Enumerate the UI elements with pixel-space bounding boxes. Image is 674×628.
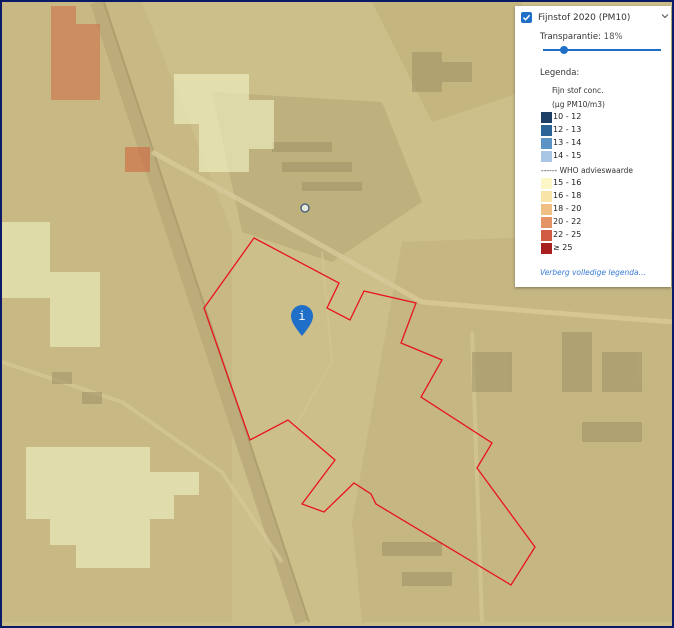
legend-label: ≥ 25 bbox=[553, 243, 573, 252]
legend-swatch bbox=[541, 191, 552, 202]
layer-checkbox[interactable] bbox=[521, 12, 532, 23]
legend-label: 16 - 18 bbox=[553, 191, 582, 200]
legend-label: 20 - 22 bbox=[553, 217, 582, 226]
legend-swatch bbox=[541, 230, 552, 241]
legend-label: 14 - 15 bbox=[553, 151, 582, 160]
slider-thumb[interactable] bbox=[560, 46, 569, 54]
layer-header: Fijnstof 2020 (PM10) bbox=[521, 12, 669, 26]
legend-label: 22 - 25 bbox=[553, 230, 582, 239]
chevron-down-icon[interactable] bbox=[661, 12, 669, 22]
legend-swatch bbox=[541, 243, 552, 254]
layer-panel: Fijnstof 2020 (PM10) Transparantie: 18% … bbox=[515, 6, 671, 287]
legend-label: 10 - 12 bbox=[553, 112, 582, 121]
legend-subtitle: Fijn stof conc. bbox=[552, 86, 604, 95]
legend-label: 15 - 16 bbox=[553, 178, 582, 187]
location-circle-icon[interactable] bbox=[300, 203, 310, 213]
layer-title: Fijnstof 2020 (PM10) bbox=[538, 13, 631, 23]
legend-title: Legenda: bbox=[540, 68, 580, 78]
legend-swatch bbox=[541, 125, 552, 136]
transparency-slider[interactable] bbox=[543, 46, 661, 54]
transparency-label: Transparantie: bbox=[540, 32, 601, 42]
transparency-value: 18% bbox=[603, 32, 623, 42]
legend-label: 13 - 14 bbox=[553, 138, 582, 147]
legend-swatch bbox=[541, 178, 552, 189]
legend-swatch bbox=[541, 204, 552, 215]
pm10-cell bbox=[125, 147, 150, 172]
legend-label: 12 - 13 bbox=[553, 125, 582, 134]
checkmark-icon bbox=[522, 14, 531, 21]
legend-label: 18 - 20 bbox=[553, 204, 582, 213]
transparency-row: Transparantie: 18% bbox=[540, 32, 623, 42]
legend-unit: (μg PM10/m3) bbox=[552, 100, 605, 109]
who-threshold-label: ------ WHO advieswaarde bbox=[541, 166, 634, 175]
legend-swatch bbox=[541, 138, 552, 149]
svg-text:i: i bbox=[298, 309, 305, 323]
legend-swatch bbox=[541, 217, 552, 228]
map-frame: i Fijnstof 2020 (PM10) Transparantie: 18… bbox=[0, 0, 674, 628]
hide-legend-link[interactable]: Verberg volledige legenda... bbox=[540, 268, 646, 277]
legend-swatch bbox=[541, 112, 552, 123]
legend-swatch bbox=[541, 151, 552, 162]
